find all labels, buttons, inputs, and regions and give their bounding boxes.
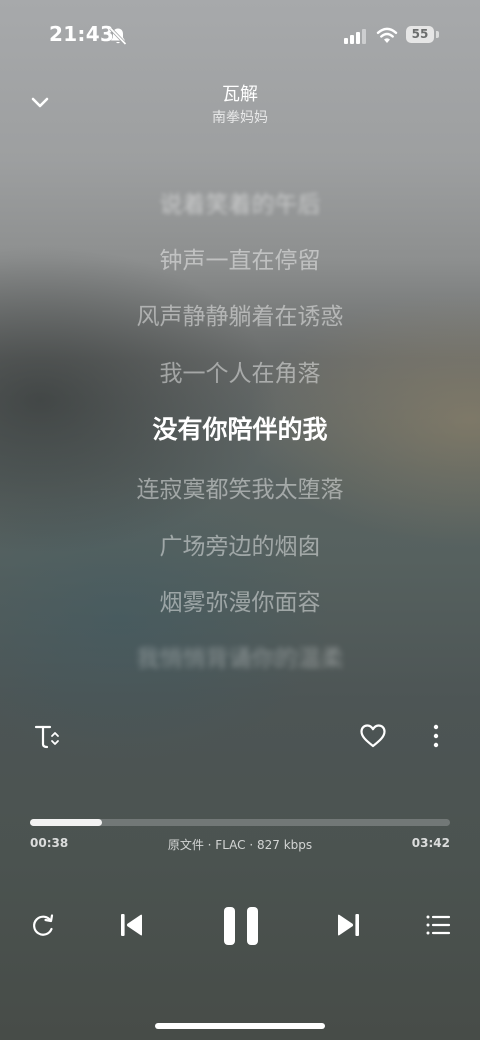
song-title: 瓦解 <box>222 84 258 105</box>
playlist-icon[interactable] <box>425 912 451 938</box>
repeat-icon[interactable] <box>30 912 56 938</box>
progress-slider[interactable] <box>30 819 450 826</box>
home-indicator[interactable] <box>155 1023 325 1029</box>
cellular-signal-icon <box>344 29 366 44</box>
skip-previous-icon[interactable] <box>118 911 146 939</box>
more-vertical-icon[interactable] <box>424 723 448 749</box>
status-bar: 21:43 55 <box>0 0 480 70</box>
pause-icon[interactable] <box>221 905 261 947</box>
battery-tip <box>436 31 439 38</box>
heart-icon[interactable] <box>358 721 388 751</box>
lyric-line[interactable]: 我悄悄背诵你的温柔 <box>40 639 440 673</box>
lyric-line-active[interactable]: 没有你陪伴的我 <box>40 410 440 446</box>
battery-level: 55 <box>406 26 434 43</box>
elapsed-time: 00:38 <box>30 836 69 850</box>
skip-next-icon[interactable] <box>334 911 362 939</box>
text-size-icon[interactable] <box>33 722 61 750</box>
lyric-line[interactable]: 风声静静躺着在诱惑 <box>40 297 440 331</box>
lyric-line[interactable]: 说着笑着的午后 <box>40 185 440 219</box>
chevron-down-icon[interactable] <box>27 90 53 116</box>
wifi-icon <box>376 27 398 43</box>
lyric-line[interactable]: 烟雾弥漫你面容 <box>40 583 440 617</box>
status-time: 21:43 <box>49 22 115 46</box>
progress-fill <box>30 819 102 826</box>
lyric-line[interactable]: 广场旁边的烟囱 <box>40 527 440 561</box>
lyric-line[interactable]: 我一个人在角落 <box>40 354 440 388</box>
lyric-line[interactable]: 连寂寞都笑我太堕落 <box>40 470 440 504</box>
song-artist[interactable]: 南拳妈妈 <box>140 107 340 127</box>
audio-quality-info[interactable]: 原文件 · FLAC · 827 kbps <box>140 836 340 853</box>
battery-icon: 55 <box>406 26 440 44</box>
total-time: 03:42 <box>411 836 450 850</box>
lyric-line[interactable]: 钟声一直在停留 <box>40 241 440 275</box>
bell-muted-icon <box>109 27 127 45</box>
